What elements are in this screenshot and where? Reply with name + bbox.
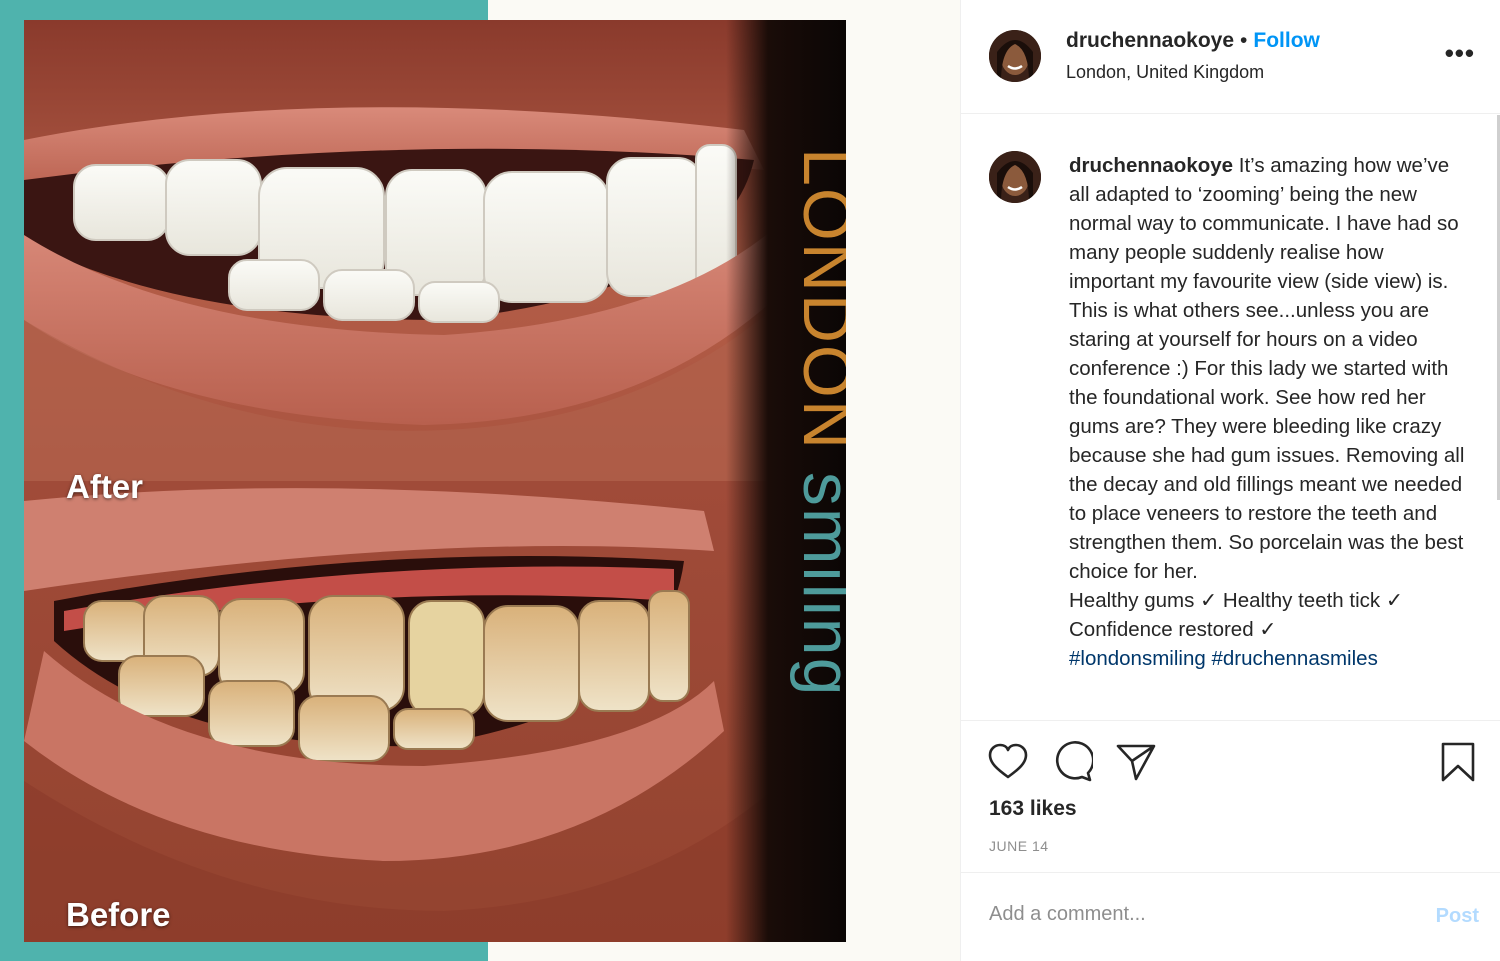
post-date[interactable]: JUNE 14 bbox=[989, 838, 1049, 854]
after-photo bbox=[24, 20, 846, 481]
post-button[interactable]: Post bbox=[1436, 905, 1479, 928]
caption-hashtags[interactable]: #londonsmiling #druchennasmiles bbox=[1069, 647, 1378, 670]
avatar[interactable] bbox=[989, 30, 1041, 82]
brand-logo-smiling: smiling bbox=[789, 472, 846, 698]
caption-paragraph: It’s amazing how we’ve all adapted to ‘z… bbox=[1069, 154, 1465, 583]
caption-username[interactable]: druchennaokoye bbox=[1069, 154, 1233, 177]
caption-avatar[interactable] bbox=[989, 151, 1041, 203]
follow-button[interactable]: Follow bbox=[1253, 29, 1320, 52]
post-header: druchennaokoye • Follow London, United Kin… bbox=[961, 0, 1500, 114]
after-label: After bbox=[66, 468, 144, 505]
post-media[interactable]: LONDON smiling After Before bbox=[0, 0, 960, 961]
username-link[interactable]: druchennaokoye bbox=[1066, 29, 1234, 52]
action-bar: 163 likes JUNE 14 bbox=[961, 720, 1500, 872]
caption-line-3: Confidence restored ✓ bbox=[1069, 618, 1277, 641]
comment-icon[interactable] bbox=[1051, 741, 1095, 783]
comment-box: Post bbox=[961, 872, 1500, 961]
before-label: Before bbox=[66, 896, 171, 933]
brand-logo-london: LONDON bbox=[789, 148, 846, 451]
separator-dot: • bbox=[1240, 29, 1248, 52]
more-options-icon[interactable]: ••• bbox=[1445, 38, 1475, 69]
heart-icon[interactable] bbox=[987, 741, 1029, 783]
post-panel: druchennaokoye • Follow London, United Kin… bbox=[960, 0, 1500, 961]
user-line: druchennaokoye • Follow bbox=[1066, 29, 1320, 53]
london-smiling-logo: LONDON smiling bbox=[789, 148, 846, 697]
caption-line-2: Healthy gums ✓ Healthy teeth tick ✓ bbox=[1069, 589, 1404, 612]
comment-input[interactable] bbox=[989, 903, 1409, 926]
bookmark-icon[interactable] bbox=[1437, 741, 1479, 783]
before-after-photo: LONDON smiling After Before bbox=[24, 20, 846, 942]
brand-logo-text: LONDON smiling bbox=[789, 148, 846, 697]
location-link[interactable]: London, United Kingdom bbox=[1066, 62, 1264, 83]
likes-count[interactable]: 163 likes bbox=[989, 797, 1077, 821]
caption-text: druchennaokoye It’s amazing how we’ve al… bbox=[1069, 151, 1469, 673]
share-icon[interactable] bbox=[1115, 741, 1157, 783]
before-photo bbox=[24, 481, 846, 942]
caption-area[interactable]: druchennaokoye It’s amazing how we’ve al… bbox=[961, 115, 1500, 720]
